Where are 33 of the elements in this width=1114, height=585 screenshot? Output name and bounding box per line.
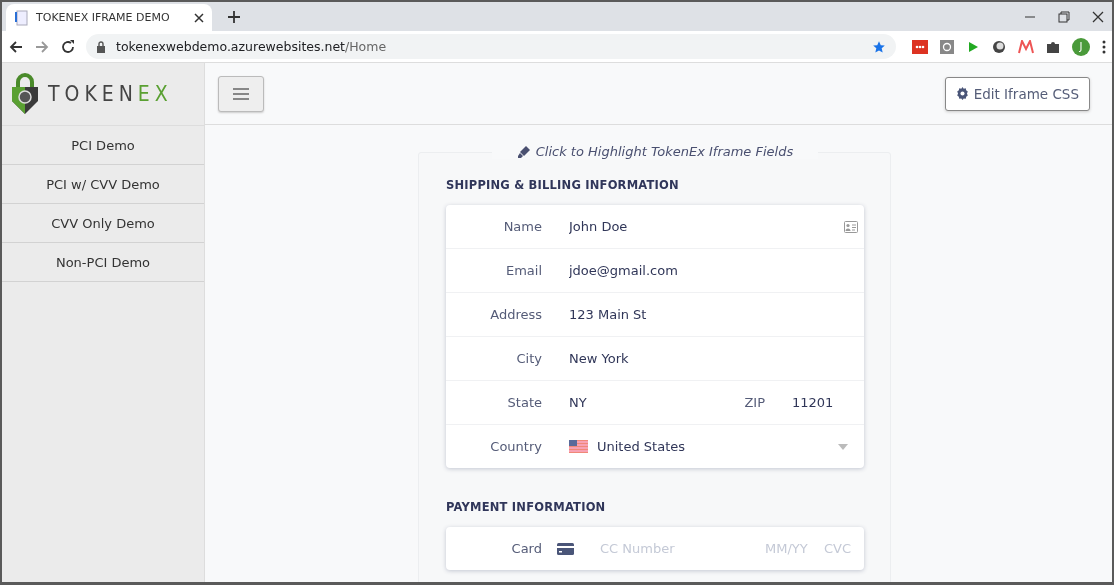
url-text: tokenexwebdemo.azurewebsites.net/Home [116, 39, 387, 54]
input-field[interactable]: jdoe@gmail.com [569, 249, 864, 292]
input-field[interactable]: New York [569, 337, 864, 380]
card-number-field[interactable]: CC Number [600, 527, 765, 570]
input-field[interactable]: NY [569, 381, 745, 424]
logo-wordmark: TOKEN EX [48, 82, 173, 106]
browser-tab[interactable]: TOKENEX IFRAME DEMO [6, 4, 212, 31]
field-label: Name [502, 219, 542, 234]
nav-item[interactable]: Non-PCI Demo [2, 243, 204, 282]
profile-avatar[interactable]: J [1072, 37, 1090, 56]
input-field[interactable]: 11201 [792, 381, 864, 424]
field-label: Email [504, 263, 542, 278]
tab-title: TOKENEX IFRAME DEMO [36, 11, 171, 24]
nav-item[interactable]: PCI Demo [2, 126, 204, 165]
field-label: Address [489, 307, 542, 322]
section-title: PAYMENT INFORMATION [446, 500, 607, 514]
highlight-fields-link[interactable]: Click to Highlight TokenEx Iframe Fields [492, 144, 818, 159]
section-title: SHIPPING & BILLING INFORMATION [446, 178, 680, 192]
nav-item[interactable]: CVV Only Demo [2, 204, 204, 243]
input-field[interactable]: 123 Main St [569, 293, 864, 336]
field-label: City [515, 351, 542, 366]
cvc-field[interactable]: CVC [824, 527, 864, 570]
field-label: ZIP [744, 395, 765, 410]
field-label: Country [489, 439, 542, 454]
edit-css-button[interactable]: Edit Iframe CSS [944, 76, 1090, 111]
nav-item[interactable]: PCI w/ CVV Demo [2, 165, 204, 204]
address-bar[interactable]: tokenexwebdemo.azurewebsites.net/Home [86, 34, 896, 59]
expiry-field[interactable]: MM/YY [765, 527, 815, 570]
field-label: Card [510, 541, 542, 556]
card-input-field[interactable]: Card CC Number MM/YY CVC [446, 527, 864, 570]
input-field[interactable]: John Doe [569, 205, 844, 248]
country-select[interactable]: United States [542, 425, 864, 468]
field-label: State [506, 395, 542, 410]
